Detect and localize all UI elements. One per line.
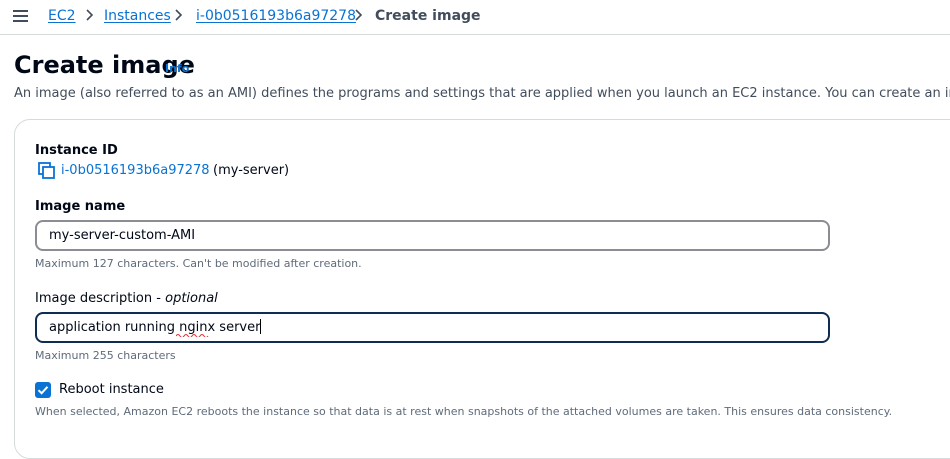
instance-id-label: Instance ID bbox=[35, 143, 118, 158]
image-description-input[interactable] bbox=[35, 312, 830, 343]
chevron-right-icon bbox=[354, 7, 364, 23]
optional-tag: optional bbox=[165, 291, 218, 306]
reboot-checkbox[interactable] bbox=[35, 382, 51, 398]
image-description-label-text: Image description bbox=[35, 291, 153, 306]
spellcheck-underline bbox=[176, 334, 209, 337]
image-description-label: Image description - optional bbox=[35, 291, 218, 306]
info-link[interactable]: Info bbox=[165, 62, 189, 75]
copy-icon[interactable] bbox=[38, 162, 55, 179]
breadcrumb-current: Create image bbox=[375, 8, 481, 24]
breadcrumb-instances[interactable]: Instances bbox=[104, 7, 171, 25]
image-name-input[interactable] bbox=[35, 220, 830, 251]
reboot-label[interactable]: Reboot instance bbox=[59, 382, 164, 398]
chevron-right-icon bbox=[174, 7, 184, 23]
checkmark-icon bbox=[37, 386, 49, 395]
chevron-right-icon bbox=[85, 7, 95, 23]
instance-id-link[interactable]: i-0b0516193b6a97278 bbox=[61, 162, 210, 180]
image-name-hint: Maximum 127 characters. Can't be modifie… bbox=[35, 257, 362, 270]
instance-name: (my-server) bbox=[213, 163, 290, 178]
breadcrumb-ec2[interactable]: EC2 bbox=[48, 7, 76, 25]
hamburger-icon[interactable] bbox=[13, 10, 28, 22]
breadcrumb-instance-id[interactable]: i-0b0516193b6a97278 bbox=[196, 7, 356, 25]
page-description: An image (also referred to as an AMI) de… bbox=[14, 86, 950, 101]
image-description-hint: Maximum 255 characters bbox=[35, 349, 176, 362]
reboot-hint: When selected, Amazon EC2 reboots the in… bbox=[35, 405, 893, 418]
image-name-label: Image name bbox=[35, 199, 126, 214]
breadcrumb-bar: EC2 Instances i-0b0516193b6a97278 Create… bbox=[0, 0, 950, 35]
